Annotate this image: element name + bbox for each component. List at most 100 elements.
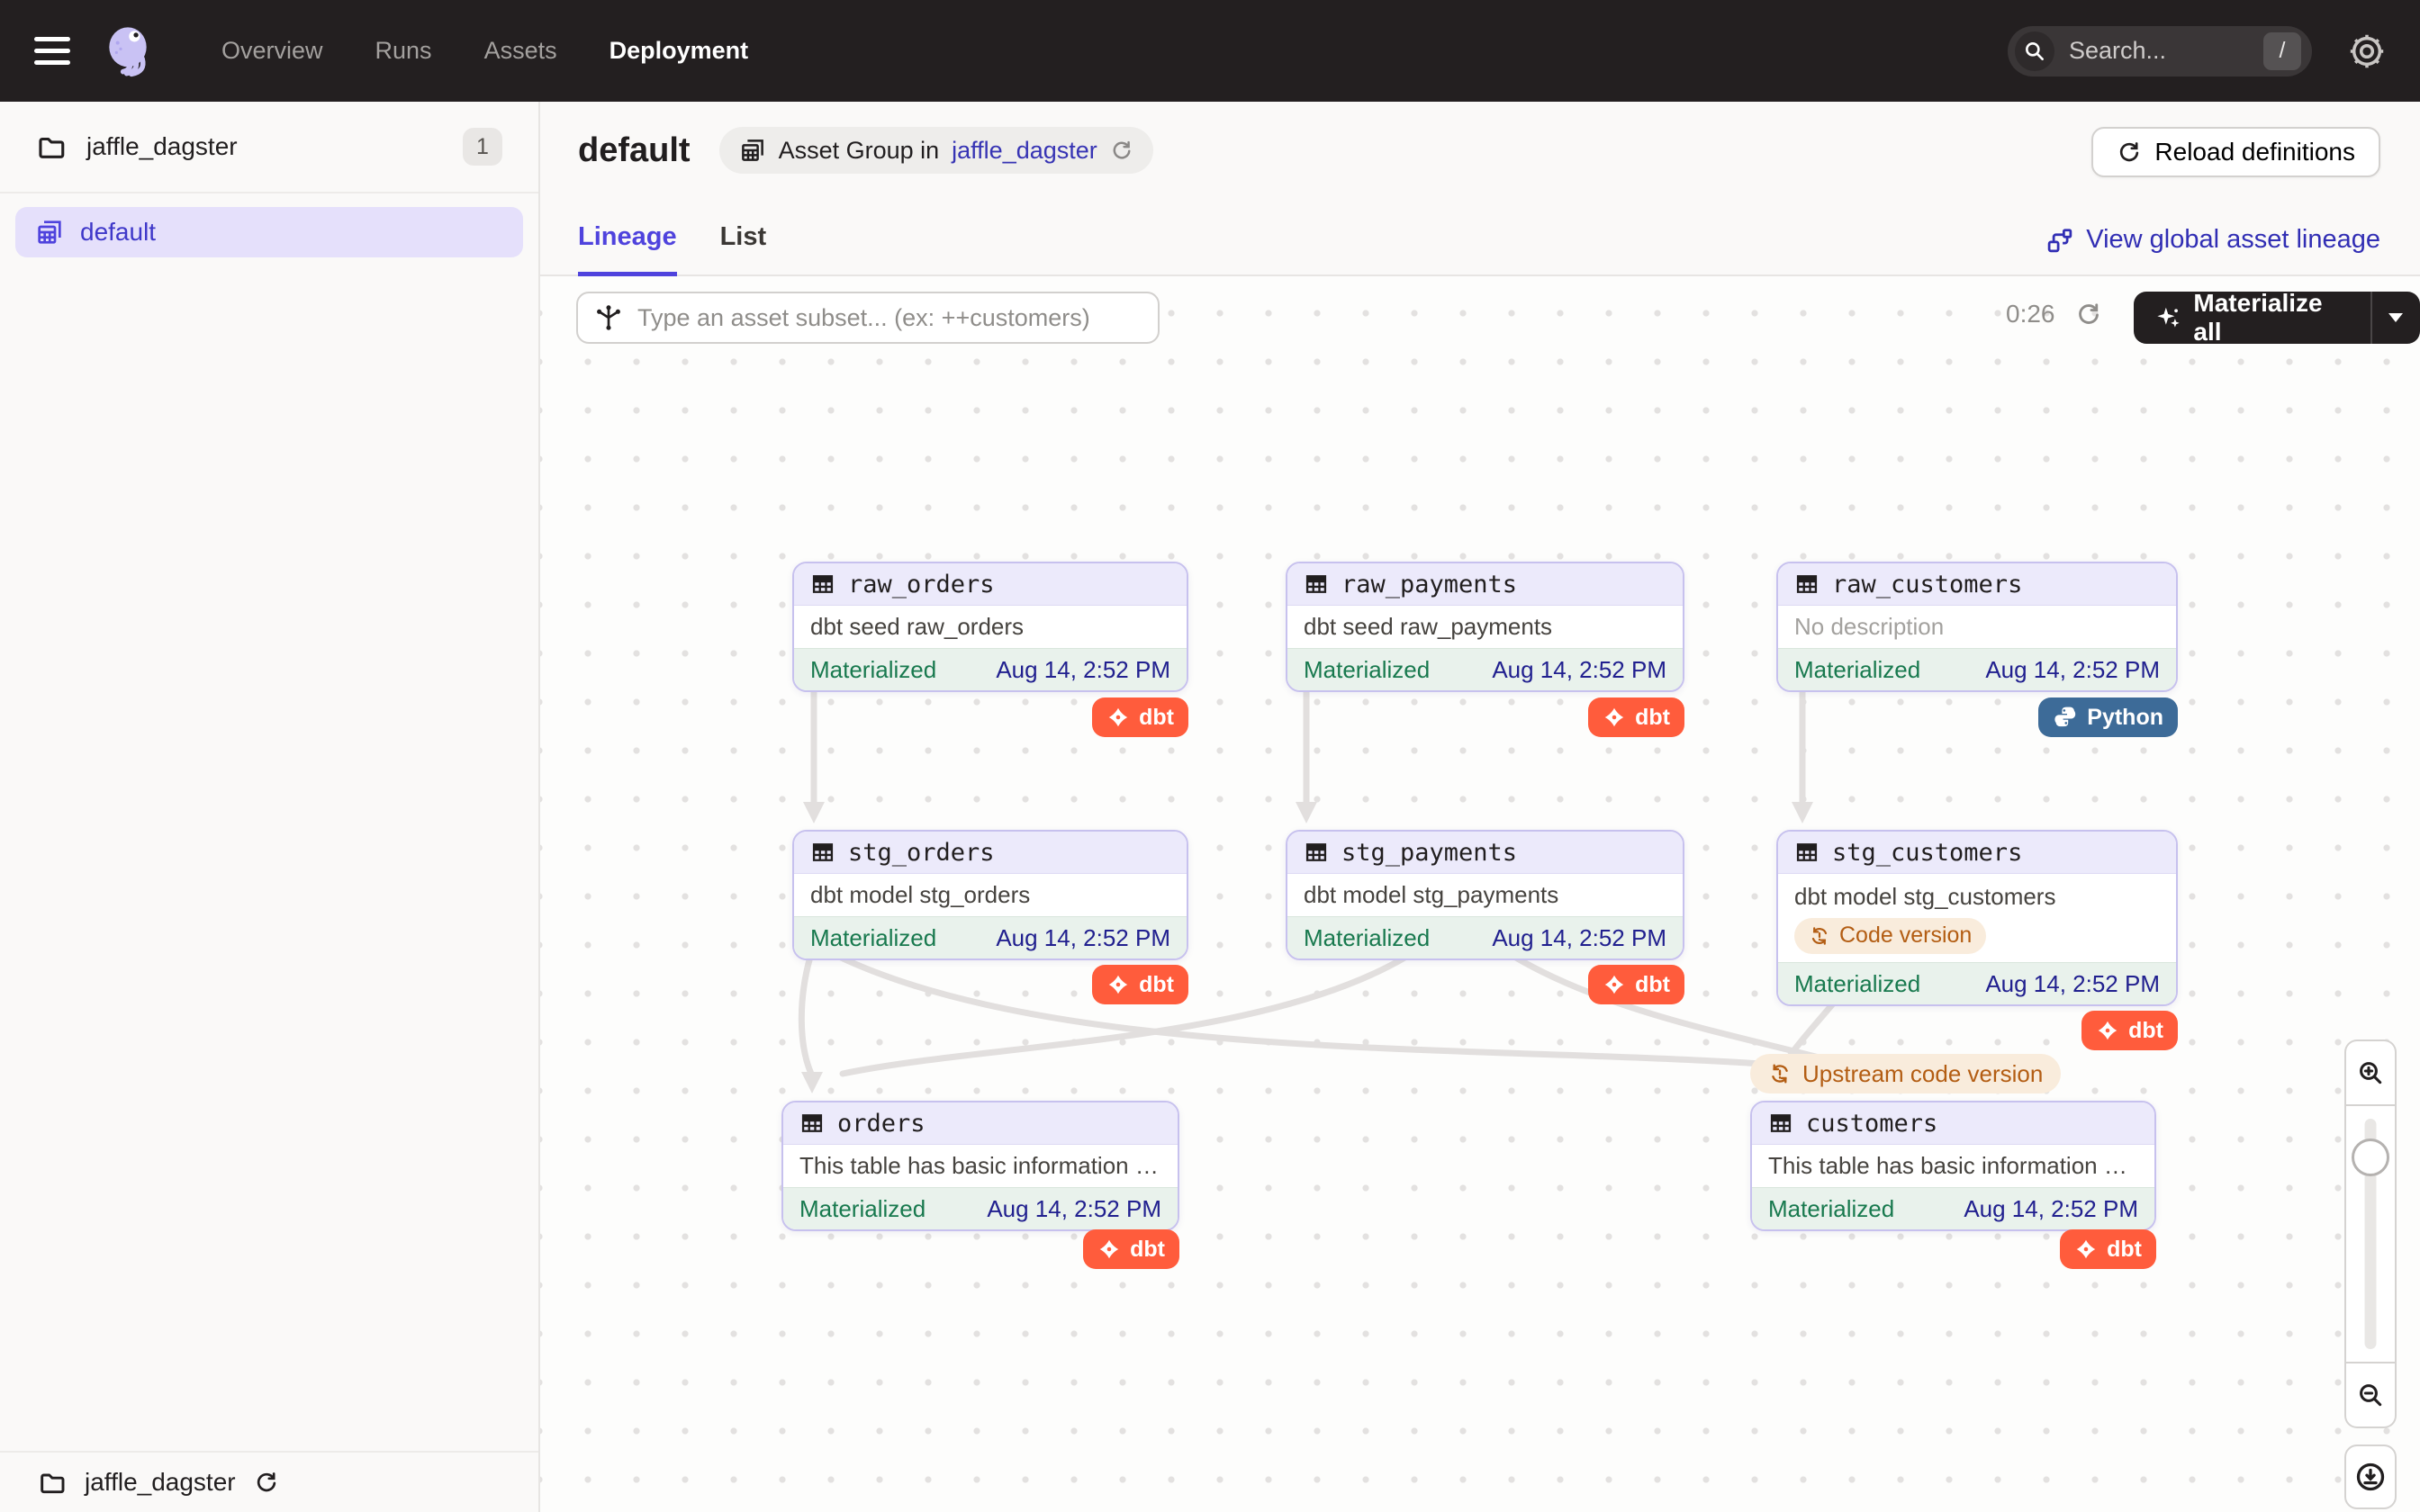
- materialized-timestamp[interactable]: Aug 14, 2:52 PM: [1964, 1195, 2138, 1223]
- refresh-timer: 0:26: [2006, 300, 2055, 328]
- lineage-graph-icon: [2046, 227, 2073, 254]
- search-input[interactable]: [2069, 37, 2263, 65]
- search-icon: [2015, 32, 2054, 71]
- asset-name: stg_customers: [1832, 839, 2022, 867]
- zoom-slider[interactable]: [2344, 1104, 2397, 1364]
- zoom-controls: [2344, 1040, 2397, 1509]
- nav-overview[interactable]: Overview: [221, 37, 323, 65]
- asset-name: stg_orders: [848, 839, 995, 867]
- materialized-timestamp[interactable]: Aug 14, 2:52 PM: [1492, 924, 1666, 952]
- dbt-badge[interactable]: dbt: [2060, 1229, 2156, 1269]
- dbt-logo-icon: [1603, 706, 1626, 729]
- asset-node-stg-customers[interactable]: stg_customers dbt model stg_customers Co…: [1776, 830, 2178, 1006]
- asset-node-customers[interactable]: customers This table has basic informati…: [1750, 1101, 2156, 1231]
- asset-subset-filter[interactable]: [576, 292, 1160, 344]
- python-logo-icon: [2053, 705, 2078, 730]
- refresh-icon[interactable]: [1110, 139, 1133, 162]
- materialize-dropdown-button[interactable]: [2372, 292, 2420, 344]
- upstream-code-version-badge[interactable]: Upstream code version: [1750, 1054, 2061, 1094]
- compute-badge-label: Python: [2087, 705, 2163, 731]
- view-global-asset-lineage-link[interactable]: View global asset lineage: [2046, 225, 2380, 255]
- nav-deployment[interactable]: Deployment: [610, 37, 749, 65]
- zoom-in-icon: [2356, 1058, 2385, 1087]
- settings-gear-icon[interactable]: [2348, 32, 2386, 70]
- download-image-button[interactable]: [2344, 1444, 2397, 1509]
- refresh-graph-icon[interactable]: [2075, 301, 2102, 328]
- asset-description: No description: [1794, 613, 1944, 641]
- asset-node-raw-customers[interactable]: raw_customers No description Materialize…: [1776, 562, 2178, 692]
- page-title: default: [578, 131, 691, 170]
- main-header: default Asset Group in jaffle_dagster Re…: [540, 102, 2420, 276]
- asset-description: This table has basic information about …: [1768, 1152, 2138, 1180]
- table-icon: [810, 572, 835, 597]
- sidebar-item-jaffle-dagster[interactable]: jaffle_dagster 1: [0, 102, 538, 194]
- dagster-logo[interactable]: [99, 22, 157, 80]
- dbt-badge[interactable]: dbt: [1588, 965, 1684, 1004]
- asset-subset-input[interactable]: [637, 304, 1142, 332]
- materialized-timestamp[interactable]: Aug 14, 2:52 PM: [1985, 656, 2160, 684]
- tabs: Lineage List: [578, 222, 766, 276]
- materialized-timestamp[interactable]: Aug 14, 2:52 PM: [1492, 656, 1666, 684]
- materialized-timestamp[interactable]: Aug 14, 2:52 PM: [987, 1195, 1161, 1223]
- dbt-logo-icon: [1097, 1238, 1121, 1261]
- nav-runs[interactable]: Runs: [375, 37, 432, 65]
- asset-description: dbt model stg_payments: [1304, 881, 1558, 909]
- asset-description: This table has basic information about …: [799, 1152, 1161, 1180]
- dbt-logo-icon: [1106, 706, 1130, 729]
- zoom-in-button[interactable]: [2344, 1040, 2397, 1104]
- materialize-all-button[interactable]: Materialize all: [2134, 292, 2370, 344]
- asset-name: raw_customers: [1832, 571, 2022, 598]
- compute-badge-label: dbt: [1139, 972, 1174, 998]
- table-icon: [1304, 840, 1329, 865]
- dbt-logo-icon: [2074, 1238, 2098, 1261]
- dbt-badge[interactable]: dbt: [1083, 1229, 1179, 1269]
- materialized-status: Materialized: [799, 1195, 926, 1223]
- asset-description: dbt seed raw_orders: [810, 613, 1024, 641]
- chevron-down-icon: [2388, 312, 2404, 323]
- top-nav: Overview Runs Assets Deployment /: [0, 0, 2420, 102]
- nav-links: Overview Runs Assets Deployment: [221, 37, 748, 65]
- materialized-status: Materialized: [1304, 924, 1430, 952]
- materialized-status: Materialized: [810, 656, 936, 684]
- asset-node-stg-payments[interactable]: stg_payments dbt model stg_payments Mate…: [1286, 830, 1684, 960]
- asset-node-raw-orders[interactable]: raw_orders dbt seed raw_orders Materiali…: [792, 562, 1188, 692]
- dbt-badge[interactable]: dbt: [1092, 698, 1188, 737]
- dbt-badge[interactable]: dbt: [1588, 698, 1684, 737]
- global-search[interactable]: /: [2008, 26, 2312, 76]
- python-badge[interactable]: Python: [2038, 698, 2178, 737]
- sidebar: jaffle_dagster 1 default jaffle_dagster: [0, 102, 540, 1512]
- asset-node-raw-payments[interactable]: raw_payments dbt seed raw_payments Mater…: [1286, 562, 1684, 692]
- materialized-timestamp[interactable]: Aug 14, 2:52 PM: [996, 656, 1170, 684]
- dbt-badge[interactable]: dbt: [1092, 965, 1188, 1004]
- nav-right: /: [2008, 26, 2386, 76]
- asset-node-stg-orders[interactable]: stg_orders dbt model stg_orders Material…: [792, 830, 1188, 960]
- dbt-badge[interactable]: dbt: [2081, 1011, 2178, 1050]
- zoom-slider-handle[interactable]: [2352, 1138, 2389, 1176]
- asset-group-project-link[interactable]: jaffle_dagster: [952, 137, 1097, 165]
- asset-name: raw_orders: [848, 571, 995, 598]
- nav-assets[interactable]: Assets: [484, 37, 557, 65]
- asset-node-orders[interactable]: orders This table has basic information …: [781, 1101, 1179, 1231]
- table-icon: [1768, 1111, 1793, 1136]
- reload-definitions-button[interactable]: Reload definitions: [2091, 127, 2380, 177]
- upstream-code-version-label: Upstream code version: [1802, 1060, 2043, 1088]
- code-version-badge[interactable]: Code version: [1794, 918, 1986, 954]
- asset-description: dbt model stg_customers: [1794, 883, 2055, 911]
- materialize-all-split-button: Materialize all: [2134, 292, 2420, 344]
- zoom-out-button[interactable]: [2344, 1364, 2397, 1428]
- footer-project-label: jaffle_dagster: [85, 1468, 236, 1497]
- tab-lineage[interactable]: Lineage: [578, 222, 677, 276]
- asset-name: stg_payments: [1341, 839, 1517, 867]
- folder-icon: [38, 1468, 67, 1497]
- hamburger-menu-icon[interactable]: [34, 30, 70, 72]
- refresh-icon[interactable]: [254, 1470, 279, 1495]
- compute-badge-label: dbt: [1635, 705, 1670, 731]
- lineage-graph-canvas[interactable]: 0:26 Materialize all raw_orders dbt seed…: [540, 276, 2420, 1512]
- materialized-timestamp[interactable]: Aug 14, 2:52 PM: [996, 924, 1170, 952]
- sidebar-project-label: jaffle_dagster: [86, 132, 238, 161]
- materialized-timestamp[interactable]: Aug 14, 2:52 PM: [1985, 970, 2160, 998]
- sidebar-item-default-group[interactable]: default: [15, 207, 523, 257]
- code-version-label: Code version: [1839, 922, 1972, 949]
- sidebar-footer[interactable]: jaffle_dagster: [0, 1451, 538, 1512]
- tab-list[interactable]: List: [720, 222, 767, 276]
